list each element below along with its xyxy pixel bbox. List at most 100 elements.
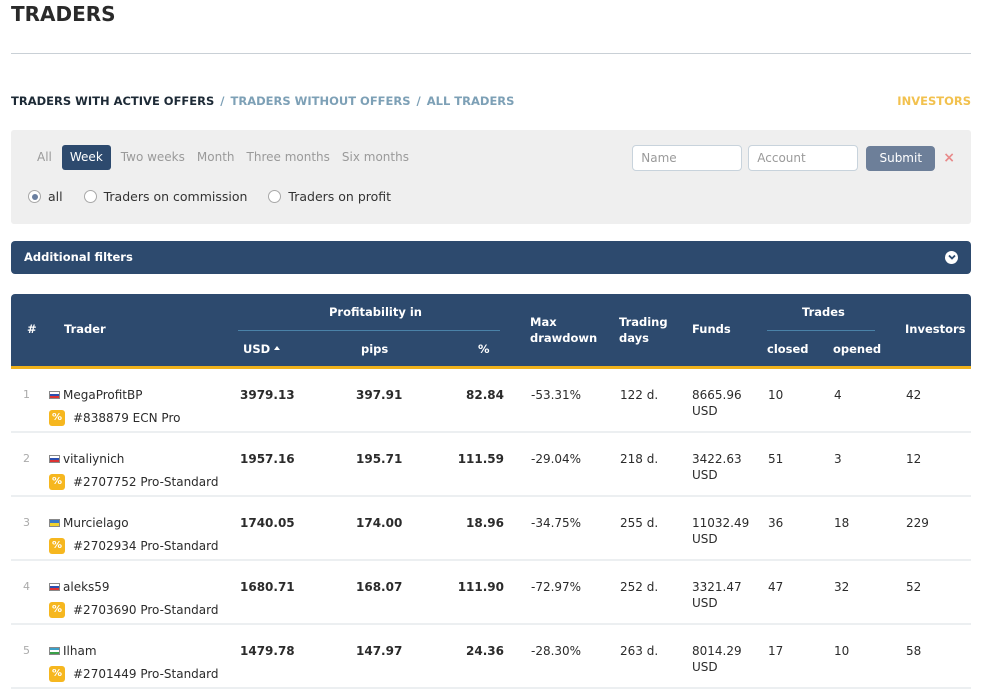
header-usd[interactable]: USD — [243, 341, 281, 357]
tab-separator: / — [416, 94, 421, 108]
funds-amount: 8014.29 — [692, 644, 742, 658]
max-drawdown: -72.97% — [531, 580, 582, 594]
trader-name-link[interactable]: Murcielago — [49, 515, 129, 531]
header-opened[interactable]: opened — [833, 341, 881, 357]
profit-percent: 111.90 — [457, 580, 504, 594]
trades-closed: 36 — [768, 516, 784, 530]
header-usd-label: USD — [243, 342, 271, 356]
trader-name-link[interactable]: Ilham — [49, 643, 97, 659]
percent-badge-icon: % — [49, 538, 65, 554]
percent-badge-icon: % — [49, 474, 65, 490]
profit-pips: 168.07 — [356, 580, 403, 594]
page-title: TRADERS — [11, 2, 116, 26]
additional-filters-toggle[interactable]: Additional filters — [11, 241, 971, 274]
profitability-group-divider — [238, 330, 500, 331]
trader-category-tabs: TRADERS WITH ACTIVE OFFERS / TRADERS WITHO… — [11, 94, 514, 108]
investors-link[interactable]: INVESTORS — [897, 94, 971, 108]
table-row[interactable]: 1 MegaProfitBP % #838879 ECN Pro 3979.13 … — [11, 369, 971, 433]
account-number: #2707752 Pro-Standard — [73, 475, 219, 489]
profit-pips: 147.97 — [356, 644, 403, 658]
profit-percent: 111.59 — [457, 452, 504, 466]
name-input[interactable] — [632, 145, 743, 171]
trader-name: vitaliynich — [63, 452, 125, 466]
investors-count: 12 — [906, 452, 922, 466]
trader-name: Murcielago — [63, 516, 129, 530]
table-body: 1 MegaProfitBP % #838879 ECN Pro 3979.13 … — [11, 369, 971, 689]
investors-count: 42 — [906, 388, 922, 402]
radio-all[interactable]: all — [28, 189, 63, 204]
tab-all-traders[interactable]: ALL TRADERS — [427, 94, 515, 108]
account-number: #838879 ECN Pro — [73, 411, 181, 425]
header-trading-days[interactable]: Trading days — [619, 314, 668, 346]
table-row[interactable]: 2 vitaliynich % #2707752 Pro-Standard 195… — [11, 433, 971, 497]
account-number: #2703690 Pro-Standard — [73, 603, 219, 617]
country-flag-icon — [49, 519, 60, 527]
funds: 8665.96 USD — [692, 387, 742, 419]
period-week[interactable]: Week — [61, 145, 111, 170]
investors-count: 58 — [906, 644, 922, 658]
table-row[interactable]: 3 Murcielago % #2702934 Pro-Standard 1740… — [11, 497, 971, 561]
trades-group-divider — [767, 330, 875, 331]
account-input[interactable] — [748, 145, 859, 171]
profit-pips: 174.00 — [356, 516, 403, 530]
funds-currency: USD — [692, 596, 718, 610]
table-row[interactable]: 4 aleks59 % #2703690 Pro-Standard 1680.71… — [11, 561, 971, 625]
header-profitability-group: Profitability in — [329, 305, 422, 319]
investors-count: 229 — [906, 516, 929, 530]
funds-currency: USD — [692, 468, 718, 482]
percent-badge-icon: % — [49, 410, 65, 426]
funds: 3321.47 USD — [692, 579, 742, 611]
profit-percent: 24.36 — [466, 644, 504, 658]
header-funds[interactable]: Funds — [692, 321, 731, 337]
header-rank: # — [27, 322, 37, 336]
header-max-drawdown-line2: drawdown — [530, 331, 598, 345]
trades-opened: 10 — [834, 644, 850, 658]
header-percent[interactable]: % — [478, 341, 490, 357]
header-investors[interactable]: Investors — [905, 321, 966, 337]
submit-button[interactable]: Submit — [866, 145, 936, 171]
account-info: % #2702934 Pro-Standard — [49, 538, 219, 554]
header-pips[interactable]: pips — [361, 341, 388, 357]
trades-closed: 47 — [768, 580, 784, 594]
tab-traders-with-active-offers[interactable]: TRADERS WITH ACTIVE OFFERS — [11, 94, 214, 108]
account-info: % #2707752 Pro-Standard — [49, 474, 219, 490]
account-number: #2701449 Pro-Standard — [73, 667, 219, 681]
tab-traders-without-offers[interactable]: TRADERS WITHOUT OFFERS — [231, 94, 411, 108]
radio-button[interactable] — [268, 190, 282, 203]
header-trader[interactable]: Trader — [64, 321, 106, 337]
header-trading-days-line2: days — [619, 331, 649, 345]
table-row[interactable]: 5 Ilham % #2701449 Pro-Standard 1479.78 1… — [11, 625, 971, 689]
rank: 2 — [23, 452, 30, 465]
header-max-drawdown[interactable]: Max drawdown — [530, 314, 597, 346]
period-month[interactable]: Month — [191, 145, 241, 170]
radio-button-checked[interactable] — [28, 190, 41, 203]
period-all[interactable]: All — [31, 145, 58, 170]
radio-traders-on-profit[interactable]: Traders on profit — [268, 189, 391, 204]
rank: 1 — [23, 388, 30, 401]
trading-days: 255 d. — [620, 516, 659, 530]
table-header: # Trader Profitability in USD pips % Max… — [11, 294, 971, 369]
period-two-weeks[interactable]: Two weeks — [115, 145, 191, 170]
radio-button[interactable] — [83, 190, 97, 203]
trader-name-link[interactable]: aleks59 — [49, 579, 110, 595]
clear-filter-icon[interactable]: × — [943, 150, 955, 166]
trader-name-link[interactable]: vitaliynich — [49, 451, 124, 467]
header-closed[interactable]: closed — [767, 341, 809, 357]
trader-name: Ilham — [63, 644, 97, 658]
radio-traders-on-commission[interactable]: Traders on commission — [83, 189, 247, 204]
trader-name: MegaProfitBP — [63, 388, 143, 402]
max-drawdown: -29.04% — [531, 452, 582, 466]
trades-closed: 10 — [768, 388, 784, 402]
filter-panel: All Week Two weeks Month Three months Si… — [11, 130, 971, 224]
trader-name-link[interactable]: MegaProfitBP — [49, 387, 142, 403]
period-six-months[interactable]: Six months — [336, 145, 415, 170]
trading-days: 122 d. — [620, 388, 659, 402]
tab-separator: / — [220, 94, 225, 108]
investors-count: 52 — [906, 580, 922, 594]
funds-amount: 3422.63 — [692, 452, 742, 466]
profit-pips: 195.71 — [356, 452, 403, 466]
trader-name: aleks59 — [63, 580, 110, 594]
chevron-down-circle-icon[interactable] — [945, 251, 958, 264]
radio-label: all — [48, 189, 63, 204]
period-three-months[interactable]: Three months — [241, 145, 336, 170]
